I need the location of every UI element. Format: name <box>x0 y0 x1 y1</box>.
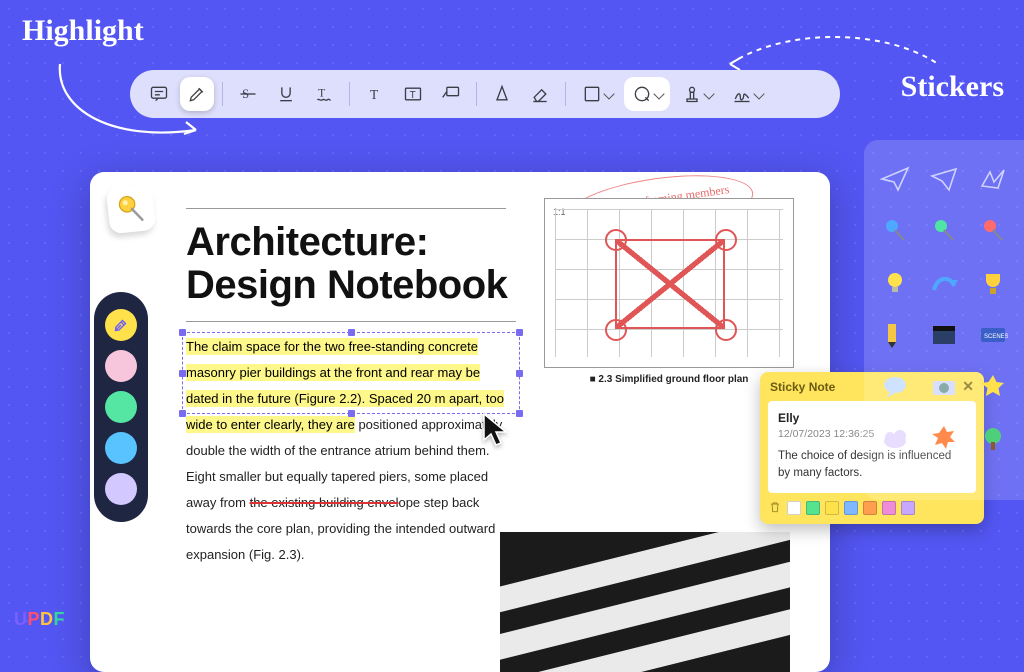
origami-crane-icon[interactable] <box>971 156 1014 202</box>
camera-icon[interactable] <box>923 364 966 410</box>
chat-bubble-icon[interactable] <box>874 364 917 410</box>
cloud-icon[interactable] <box>874 416 917 462</box>
svg-text:T: T <box>318 87 325 100</box>
document-page: Architecture: Design Notebook The claim … <box>90 172 830 672</box>
sticky-note-title: Sticky Note <box>770 380 835 394</box>
brand-logo: UPDF <box>14 609 65 630</box>
eyedropper-button[interactable] <box>105 309 137 341</box>
note-color-green[interactable] <box>806 501 820 515</box>
pushpin-blue-icon[interactable] <box>874 208 917 254</box>
floorplan-caption: ■ 2.3 Simplified ground floor plan <box>544 374 794 385</box>
note-color-blue[interactable] <box>844 501 858 515</box>
sticker-button[interactable] <box>624 77 670 111</box>
arrow-curved-icon[interactable] <box>923 260 966 306</box>
scenes-badge-icon[interactable]: SCENES <box>971 312 1014 358</box>
color-swatch-blue[interactable] <box>105 432 137 464</box>
comment-button[interactable] <box>142 77 176 111</box>
document-body[interactable]: The claim space for the two free-standin… <box>186 334 516 568</box>
pencil-sticker-icon[interactable] <box>874 312 917 358</box>
text-button[interactable]: T <box>358 77 392 111</box>
textbox-button[interactable]: T <box>396 77 430 111</box>
svg-text:T: T <box>410 90 416 101</box>
trophy-icon[interactable] <box>971 260 1014 306</box>
svg-text:SCENES: SCENES <box>984 334 1008 340</box>
sticker-panel: SCENES <box>864 140 1024 500</box>
color-swatch-lavender[interactable] <box>105 473 137 505</box>
pushpin-sticker[interactable] <box>106 184 157 235</box>
callout-button[interactable] <box>434 77 468 111</box>
chevron-down-icon <box>603 88 614 99</box>
clapperboard-icon[interactable] <box>923 312 966 358</box>
highlight-color-panel <box>94 292 148 522</box>
annotation-toolbar: S T T T <box>130 70 840 118</box>
underline-button[interactable] <box>269 77 303 111</box>
pencil-button[interactable] <box>485 77 519 111</box>
note-color-orange[interactable] <box>863 501 877 515</box>
lightbulb-icon[interactable] <box>874 260 917 306</box>
chevron-down-icon <box>753 88 764 99</box>
building-photo <box>500 532 790 672</box>
pow-badge-icon[interactable] <box>923 416 966 462</box>
pushpin-red-icon[interactable] <box>971 208 1014 254</box>
paper-plane-icon[interactable] <box>874 156 917 202</box>
stamp-button[interactable] <box>674 77 720 111</box>
floorplan-figure: Bracing the framing members back to the … <box>544 198 794 385</box>
signature-button[interactable] <box>724 77 770 111</box>
floorplan-drawing: 1:1 <box>544 198 794 368</box>
chevron-down-icon <box>653 88 664 99</box>
color-swatch-pink[interactable] <box>105 350 137 382</box>
star-icon[interactable] <box>971 364 1014 410</box>
note-color-white[interactable] <box>787 501 801 515</box>
highlighter-button[interactable] <box>180 77 214 111</box>
eraser-button[interactable] <box>523 77 557 111</box>
squiggly-underline-button[interactable]: T <box>307 77 341 111</box>
trash-icon[interactable] <box>768 500 782 517</box>
sticky-note-author: Elly <box>778 411 799 425</box>
paper-plane-2-icon[interactable] <box>923 156 966 202</box>
color-swatch-green[interactable] <box>105 391 137 423</box>
note-color-yellow[interactable] <box>825 501 839 515</box>
highlight-label: Highlight <box>22 14 144 48</box>
svg-text:T: T <box>370 87 378 102</box>
mouse-cursor <box>480 412 516 453</box>
rule <box>186 208 506 209</box>
strikethrough-button[interactable]: S <box>231 77 265 111</box>
pushpin-green-icon[interactable] <box>923 208 966 254</box>
shape-button[interactable] <box>574 77 620 111</box>
strikethrough-text: the existing building envel <box>250 495 399 510</box>
chevron-down-icon <box>703 88 714 99</box>
tree-icon[interactable] <box>971 416 1014 462</box>
note-color-purple[interactable] <box>901 501 915 515</box>
note-color-pink[interactable] <box>882 501 896 515</box>
rule <box>186 321 516 322</box>
